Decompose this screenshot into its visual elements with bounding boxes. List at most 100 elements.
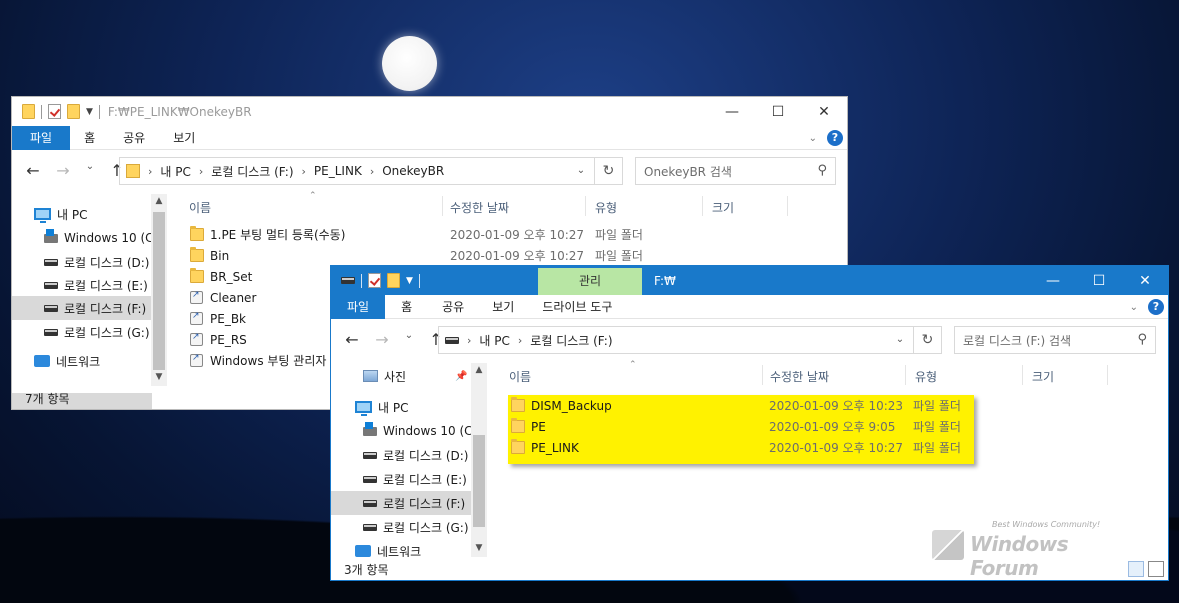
tab-manage-context[interactable]: 관리: [538, 268, 642, 295]
ribbon-tabs: 파일 홈 공유 보기 드라이브 도구 ⌄ ?: [331, 294, 1168, 319]
nav-item-network[interactable]: 네트워크: [34, 349, 100, 373]
nav-item-drive-g[interactable]: 로컬 디스크 (G:): [363, 515, 469, 539]
file-row[interactable]: PE_LINK 2020-01-09 오후 10:27 파일 폴더: [511, 437, 971, 458]
search-input[interactable]: OnekeyBR 검색 ⚲: [635, 157, 836, 185]
scroll-down-icon[interactable]: ▼: [151, 372, 167, 382]
sort-ascending-icon: ⌃: [629, 360, 637, 370]
column-type[interactable]: 유형: [915, 368, 937, 385]
details-view-button[interactable]: [1128, 561, 1144, 577]
tab-home[interactable]: 홈: [385, 295, 428, 319]
breadcrumb-item[interactable]: PE_LINK: [314, 164, 362, 178]
scroll-thumb[interactable]: [153, 212, 165, 370]
nav-item-drive-d[interactable]: 로컬 디스크 (D:): [44, 250, 149, 274]
file-date: 2020-01-09 오후 10:27: [450, 249, 585, 263]
nav-label: 로컬 디스크 (G:): [383, 520, 469, 535]
navigation-bar: ← → ⌄ ↑ › 내 PC › 로컬 디스크 (F:) ⌄ ↻ 로컬 디스크 …: [331, 319, 1168, 363]
nav-item-this-pc[interactable]: 내 PC: [34, 202, 152, 226]
tab-view[interactable]: 보기: [478, 295, 528, 319]
close-button[interactable]: ✕: [1122, 266, 1168, 295]
column-modified[interactable]: 수정한 날짜: [450, 199, 509, 216]
drive-icon: [44, 304, 58, 312]
file-row[interactable]: 1.PE 부팅 멀티 등록(수동) 2020-01-09 오후 10:27 파일 폴…: [190, 224, 643, 245]
breadcrumb-item[interactable]: 내 PC: [479, 332, 509, 349]
nav-item-drive-f[interactable]: 로컬 디스크 (F:): [12, 296, 152, 320]
nav-item-this-pc[interactable]: 내 PC: [355, 395, 408, 419]
forward-button[interactable]: →: [52, 161, 74, 180]
breadcrumb-item[interactable]: 로컬 디스크 (F:): [211, 163, 293, 180]
back-button[interactable]: ←: [341, 330, 363, 349]
tab-share[interactable]: 공유: [428, 295, 478, 319]
customize-dropdown-icon[interactable]: ▼: [406, 276, 413, 286]
column-modified[interactable]: 수정한 날짜: [770, 368, 829, 385]
tab-file[interactable]: 파일: [12, 125, 71, 150]
nav-item-drive-g[interactable]: 로컬 디스크 (G:): [44, 320, 150, 344]
nav-item-drive-c[interactable]: Windows 10 (C:: [44, 226, 158, 250]
expand-ribbon-icon[interactable]: ⌄: [809, 133, 817, 144]
nav-label: 로컬 디스크 (G:): [64, 325, 150, 340]
maximize-button[interactable]: ☐: [1076, 266, 1122, 295]
nav-item-drive-f[interactable]: 로컬 디스크 (F:): [331, 491, 471, 515]
breadcrumb-item[interactable]: 로컬 디스크 (F:): [530, 332, 612, 349]
refresh-icon[interactable]: ↻: [913, 327, 941, 353]
nav-scrollbar[interactable]: ▲ ▼: [151, 194, 167, 386]
pin-icon[interactable]: 📌: [455, 371, 467, 382]
address-dropdown-icon[interactable]: ⌄: [889, 327, 911, 353]
properties-icon[interactable]: [48, 104, 61, 119]
column-name[interactable]: 이름: [509, 368, 531, 385]
search-placeholder: 로컬 디스크 (F:) 검색: [963, 333, 1072, 348]
tab-file[interactable]: 파일: [331, 294, 386, 319]
nav-item-drive-c[interactable]: Windows 10 (C:: [363, 419, 477, 443]
file-row[interactable]: DISM_Backup 2020-01-09 오후 10:23 파일 폴더: [511, 395, 971, 416]
refresh-icon[interactable]: ↻: [594, 158, 622, 184]
tab-home[interactable]: 홈: [70, 126, 109, 150]
properties-icon[interactable]: [368, 273, 381, 288]
address-bar[interactable]: › 내 PC › 로컬 디스크 (F:) › PE_LINK › OnekeyB…: [119, 157, 623, 185]
ribbon-tabs: 파일 홈 공유 보기 ⌄ ?: [12, 125, 847, 150]
scroll-down-icon[interactable]: ▼: [471, 543, 487, 553]
new-folder-icon[interactable]: [67, 104, 80, 119]
nav-item-drive-e[interactable]: 로컬 디스크 (E:): [44, 273, 148, 297]
column-type[interactable]: 유형: [595, 199, 617, 216]
customize-dropdown-icon[interactable]: ▼: [86, 107, 93, 117]
large-icons-view-button[interactable]: [1148, 561, 1164, 577]
maximize-button[interactable]: ☐: [755, 97, 801, 126]
scroll-thumb[interactable]: [473, 435, 485, 527]
close-button[interactable]: ✕: [801, 97, 847, 126]
chevron-right-icon: ›: [148, 164, 153, 178]
new-folder-icon[interactable]: [387, 273, 400, 288]
search-input[interactable]: 로컬 디스크 (F:) 검색 ⚲: [954, 326, 1156, 354]
minimize-button[interactable]: —: [1030, 266, 1076, 295]
file-type: 파일 폴더: [913, 441, 961, 455]
nav-scrollbar[interactable]: ▲ ▼: [471, 363, 487, 557]
recent-locations-button[interactable]: ⌄: [82, 161, 98, 180]
back-button[interactable]: ←: [22, 161, 44, 180]
nav-item-drive-e[interactable]: 로컬 디스크 (E:): [363, 467, 467, 491]
help-icon[interactable]: ?: [827, 130, 843, 146]
forward-button[interactable]: →: [371, 330, 393, 349]
address-bar[interactable]: › 내 PC › 로컬 디스크 (F:) ⌄ ↻: [438, 326, 942, 354]
help-icon[interactable]: ?: [1148, 299, 1164, 315]
tab-view[interactable]: 보기: [159, 126, 209, 150]
drive-icon: [341, 277, 355, 284]
nav-item-network[interactable]: 네트워크: [355, 543, 421, 557]
expand-ribbon-icon[interactable]: ⌄: [1130, 302, 1138, 313]
scroll-up-icon[interactable]: ▲: [471, 365, 487, 375]
tab-share[interactable]: 공유: [109, 126, 159, 150]
address-dropdown-icon[interactable]: ⌄: [570, 158, 592, 184]
nav-item-pictures[interactable]: 사진 📌: [363, 364, 471, 388]
divider: [762, 365, 763, 385]
file-name: Bin: [210, 248, 230, 263]
recent-locations-button[interactable]: ⌄: [401, 330, 417, 349]
minimize-button[interactable]: —: [709, 97, 755, 126]
nav-item-drive-d[interactable]: 로컬 디스크 (D:): [363, 443, 468, 467]
breadcrumb-item[interactable]: OnekeyBR: [382, 164, 444, 178]
scroll-up-icon[interactable]: ▲: [151, 196, 167, 206]
file-row[interactable]: PE 2020-01-09 오후 9:05 파일 폴더: [511, 416, 971, 437]
column-name[interactable]: 이름: [189, 199, 211, 216]
column-size[interactable]: 크기: [712, 199, 734, 216]
tab-drive-tools[interactable]: 드라이브 도구: [528, 295, 626, 319]
breadcrumb-item[interactable]: 내 PC: [160, 163, 190, 180]
file-row[interactable]: Bin 2020-01-09 오후 10:27 파일 폴더: [190, 245, 643, 266]
computer-icon: [34, 208, 51, 223]
column-size[interactable]: 크기: [1032, 368, 1054, 385]
